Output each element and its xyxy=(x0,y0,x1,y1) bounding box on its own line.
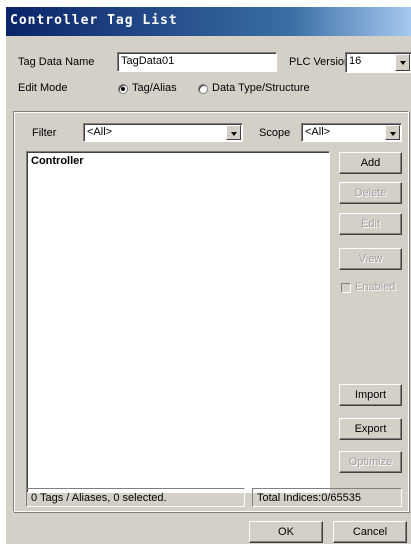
plc-version-label: PLC Version xyxy=(289,56,351,68)
filter-select[interactable]: <All> xyxy=(83,123,243,142)
controller-tag-list-dialog: Controller Tag List Tag Data Name TagDat… xyxy=(5,6,411,544)
import-button[interactable]: Import xyxy=(339,384,402,406)
edit-button[interactable]: Edit xyxy=(339,213,402,235)
view-button[interactable]: View xyxy=(339,248,402,270)
title-bar[interactable]: Controller Tag List xyxy=(6,7,411,36)
tag-tree-view[interactable]: Controller xyxy=(26,151,330,493)
selection-status: 0 Tags / Aliases, 0 selected. xyxy=(26,488,245,507)
window-title: Controller Tag List xyxy=(10,13,178,28)
chevron-down-icon[interactable] xyxy=(385,125,400,140)
radio-data-type-structure-label[interactable]: Data Type/Structure xyxy=(212,82,310,94)
filter-label: Filter xyxy=(32,127,57,139)
indices-status: Total Indices:0/65535 xyxy=(252,488,402,507)
scope-label: Scope xyxy=(259,127,291,139)
chevron-down-icon[interactable] xyxy=(395,54,410,71)
tag-data-name-input[interactable]: TagData01 xyxy=(117,52,277,72)
export-button[interactable]: Export xyxy=(339,418,402,440)
delete-button[interactable]: Delete xyxy=(339,182,402,204)
ok-button[interactable]: OK xyxy=(249,521,323,543)
enabled-label: Enabled xyxy=(355,281,396,293)
scope-select[interactable]: <All> xyxy=(301,123,402,142)
tag-data-name-label: Tag Data Name xyxy=(18,56,95,68)
add-button[interactable]: Add xyxy=(339,152,402,174)
plc-version-value: 16 xyxy=(349,55,362,67)
optimize-button[interactable]: Optimize xyxy=(339,451,402,473)
enabled-checkbox[interactable] xyxy=(341,283,351,293)
radio-data-type-structure[interactable] xyxy=(198,84,208,94)
plc-version-select[interactable]: 16 xyxy=(345,52,411,73)
tree-item-controller[interactable]: Controller xyxy=(31,155,325,167)
filter-value: <All> xyxy=(87,126,113,138)
radio-tag-alias-label[interactable]: Tag/Alias xyxy=(132,82,177,94)
chevron-down-icon[interactable] xyxy=(226,125,241,140)
cancel-button[interactable]: Cancel xyxy=(333,521,407,543)
edit-mode-label: Edit Mode xyxy=(18,82,68,94)
scope-value: <All> xyxy=(305,126,331,138)
radio-tag-alias[interactable] xyxy=(118,84,128,94)
